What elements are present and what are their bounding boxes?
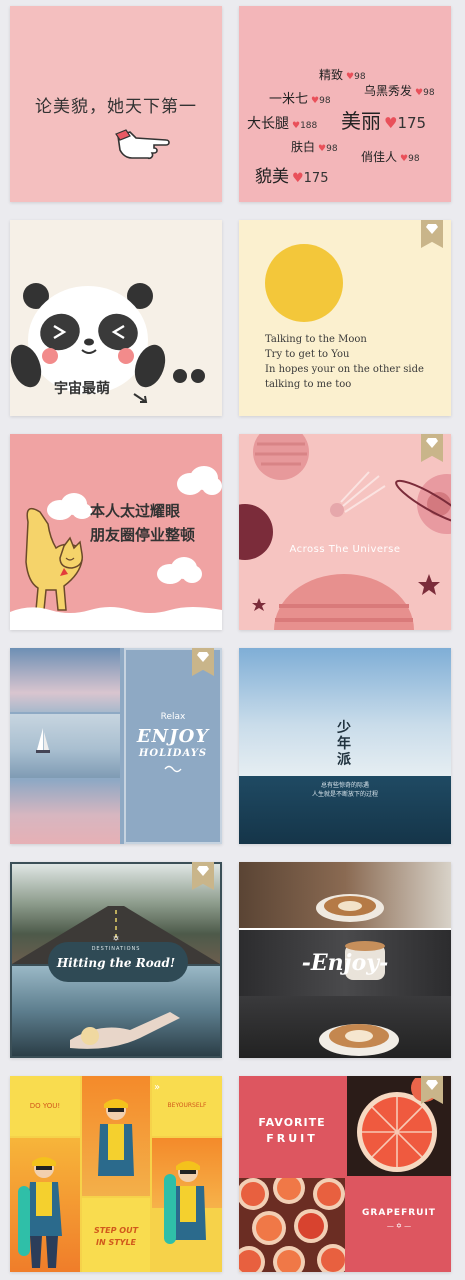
- photo-sailboat: [10, 714, 120, 778]
- template-card-panda[interactable]: 宇宙最萌: [10, 220, 222, 416]
- do-you-label: DO YOU!: [29, 1102, 61, 1110]
- word-item: 乌黑秀发 ♥98: [364, 84, 435, 98]
- person-silhouette: [70, 1012, 180, 1049]
- template-card-road[interactable]: ✡ DESTINATIONS Hitting the Road!: [10, 862, 222, 1058]
- skateboard-icon: [164, 1174, 176, 1244]
- template-card-universe[interactable]: Across The Universe: [239, 434, 451, 630]
- cloud-shape: [177, 466, 222, 495]
- relax-label: Relax: [160, 712, 186, 722]
- template-card-holidays[interactable]: Relax ENJOY HOLIDAYS: [10, 648, 222, 844]
- arrows-icon: »: [154, 1082, 161, 1093]
- panda-illustration: [10, 283, 205, 403]
- diamond-icon: [197, 866, 209, 876]
- poem-line: Talking to the Moon: [265, 334, 367, 345]
- poem-line: talking to me too: [265, 379, 352, 390]
- step-out-label: STEP OUT: [93, 1226, 139, 1235]
- template-card-wordcloud[interactable]: 精致 ♥98 一米七 ♥98 乌黑秀发 ♥98 大长腿 ♥188 美丽 ♥175 肤白 ♥9…: [239, 6, 451, 202]
- fav-line2: FRUIT: [266, 1132, 318, 1145]
- coffee-cup-bottom: [319, 1024, 399, 1056]
- in-style-label: IN STYLE: [95, 1238, 137, 1247]
- template-card-grapefruit[interactable]: FAVORITE FRUIT GRAPEFRUIT — ✡ —: [239, 1076, 451, 1272]
- word-item: 美丽 ♥175: [341, 109, 427, 133]
- poem-text: Talking to the Moon Try to get to You In…: [265, 332, 424, 392]
- sea-sub1: 总有些惊奇的际遇: [320, 782, 369, 789]
- template-card-fashion[interactable]: DO YOU! » BEYOURSELF STEP OUT IN STYLE: [10, 1076, 222, 1272]
- sailboat-icon: [36, 728, 50, 753]
- road-title: Hitting the Road!: [56, 956, 176, 970]
- diamond-icon: [426, 1080, 438, 1090]
- beyourself-label: BEYOURSELF: [167, 1102, 207, 1109]
- heart-icon: ♥: [415, 88, 424, 98]
- enjoy-label: ENJOY: [136, 726, 210, 747]
- word-item: 大长腿 ♥188: [247, 116, 318, 132]
- sea-title: 少年派: [337, 720, 351, 768]
- template-card-beauty[interactable]: 论美貌，她天下第一: [10, 6, 222, 202]
- heart-icon: ♥: [318, 144, 327, 154]
- word-item: 一米七 ♥98: [269, 92, 331, 107]
- wave-bottom: [10, 607, 222, 630]
- poem-line: In hopes your on the other side: [265, 364, 424, 375]
- coffee-cup-top: [316, 894, 384, 922]
- star-icon: ✡: [112, 934, 120, 943]
- person-figure: [98, 1099, 134, 1176]
- word-item: 精致 ♥98: [319, 68, 366, 82]
- cat-text-line1: 本人太过耀眼: [90, 502, 181, 520]
- template-card-sea[interactable]: 少年派 总有些惊奇的际遇 人生就是不断放下的过程: [239, 648, 451, 844]
- cat-text-line2: 朋友圈停业整顿: [90, 526, 196, 544]
- moon-circle: [265, 244, 343, 322]
- photo-sky: [10, 648, 120, 712]
- panel-bottom-yellow: [82, 1198, 150, 1272]
- divider-star-icon: — ✡ —: [386, 1222, 412, 1230]
- diamond-icon: [426, 224, 438, 234]
- panda-caption: 宇宙最萌: [54, 381, 110, 397]
- photo-sunset-sea: [10, 780, 120, 844]
- grapefruit-slices: [239, 1178, 345, 1272]
- universe-caption: Across The Universe: [289, 544, 401, 555]
- skateboard-icon: [18, 1186, 30, 1256]
- enjoy-word: -Enjoy-: [301, 950, 389, 976]
- cloud-shape: [157, 557, 202, 584]
- heart-icon: ♥: [311, 96, 320, 106]
- diamond-icon: [197, 652, 209, 662]
- pointing-hand-icon: [115, 129, 170, 160]
- planets-illustration: [239, 434, 451, 630]
- heart-icon: ♥: [292, 121, 301, 131]
- sea-sub2: 人生就是不断放下的过程: [311, 791, 378, 798]
- word-item: 肤白 ♥98: [291, 140, 338, 154]
- holidays-label: HOLIDAYS: [138, 748, 208, 759]
- premium-badge: [421, 220, 443, 248]
- card-title: 论美貌，她天下第一: [35, 97, 197, 117]
- cat-illustration: [25, 507, 84, 611]
- word-item: 俏佳人 ♥98: [361, 150, 420, 164]
- heart-icon: ♥: [346, 72, 355, 82]
- fav-line1: FAVORITE: [258, 1116, 326, 1129]
- poem-line: Try to get to You: [265, 349, 350, 360]
- template-card-coffee[interactable]: -Enjoy-: [239, 862, 451, 1058]
- road-kicker: DESTINATIONS: [91, 946, 141, 952]
- heart-icon: ♥: [400, 154, 409, 164]
- grapefruit-name: GRAPEFRUIT: [362, 1208, 436, 1218]
- template-card-moon[interactable]: Talking to the Moon Try to get to You In…: [239, 220, 451, 416]
- word-item: 貌美 ♥175: [255, 167, 329, 187]
- template-card-cat[interactable]: 本人太过耀眼 朋友圈停业整顿: [10, 434, 222, 630]
- swirl-icon: [164, 765, 182, 773]
- heart-icon: ♥: [384, 114, 398, 132]
- heart-icon: ♥: [292, 171, 304, 186]
